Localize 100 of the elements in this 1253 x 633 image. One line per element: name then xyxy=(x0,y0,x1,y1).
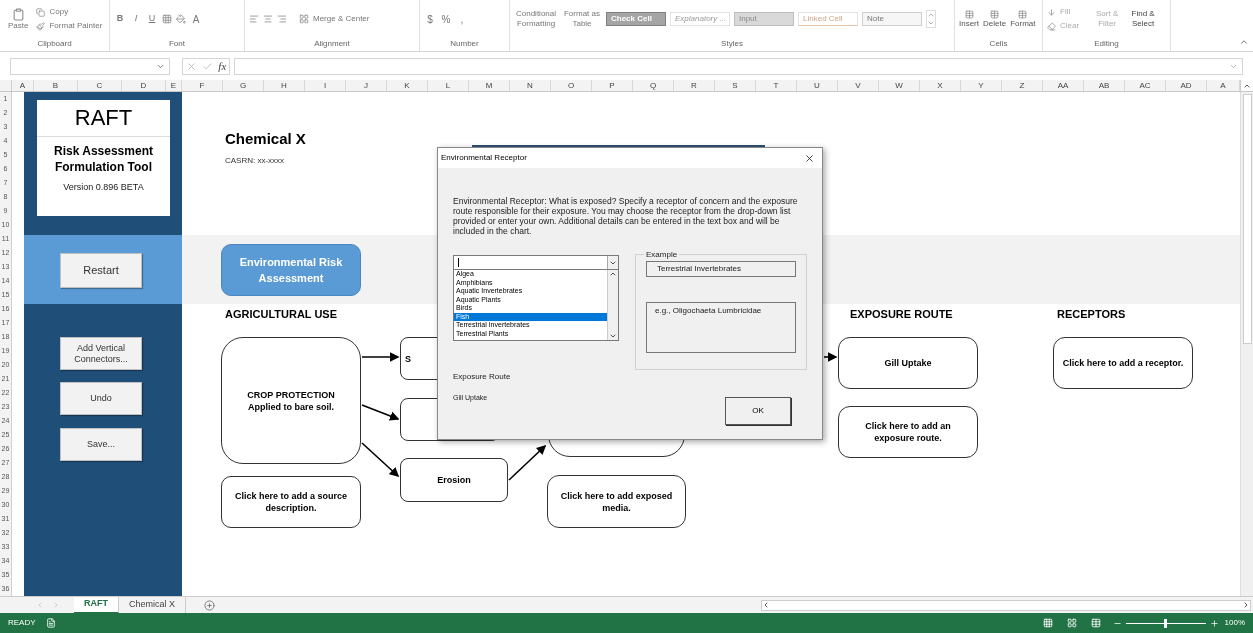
flowchart-node[interactable]: Click here to add a source description. xyxy=(221,476,361,528)
section-heading: EXPOSURE ROUTE xyxy=(850,307,953,322)
node-label: Gill Uptake xyxy=(884,357,932,369)
insert-function-button[interactable]: fx xyxy=(218,57,227,75)
column-header[interactable]: B xyxy=(34,80,78,91)
sidebar-button[interactable]: Save... xyxy=(60,428,142,461)
copy-button[interactable]: Copy xyxy=(36,6,103,18)
previous-sheet-icon[interactable] xyxy=(36,601,44,609)
sidebar-button[interactable]: Add Vertical Connectors... xyxy=(60,337,142,370)
align-left-icon[interactable] xyxy=(249,14,259,24)
column-header[interactable]: M xyxy=(469,80,510,91)
column-header[interactable]: AD xyxy=(1166,80,1207,91)
column-header[interactable]: H xyxy=(264,80,305,91)
table-icon xyxy=(964,9,974,19)
comma-button[interactable]: , xyxy=(456,11,468,27)
flowchart-node[interactable]: Click here to add a receptor. xyxy=(1053,337,1193,389)
column-header[interactable]: W xyxy=(879,80,920,91)
group-label: Clipboard xyxy=(36,38,73,50)
slider-thumb[interactable] xyxy=(1164,618,1168,628)
column-header[interactable]: I xyxy=(305,80,346,91)
column-header[interactable]: AB xyxy=(1084,80,1125,91)
column-header[interactable]: X xyxy=(920,80,961,91)
column-header[interactable]: K xyxy=(387,80,428,91)
flowchart-node[interactable]: Gill Uptake xyxy=(838,337,978,389)
currency-button[interactable]: $ xyxy=(424,11,436,27)
example-details-field[interactable]: e.g., Oligochaeta Lumbricidae xyxy=(646,302,796,353)
dialog-title: Environmental Receptor xyxy=(441,152,527,164)
vertical-scrollbar[interactable] xyxy=(1240,92,1253,596)
paste-button[interactable]: Paste xyxy=(4,8,33,30)
column-header[interactable]: D xyxy=(122,80,166,91)
add-sheet-icon[interactable] xyxy=(204,599,215,611)
column-header[interactable]: F xyxy=(182,80,223,91)
normal-view-icon[interactable] xyxy=(1042,618,1053,628)
horizontal-scrollbar[interactable] xyxy=(761,599,1251,611)
column-header[interactable]: Q xyxy=(633,80,674,91)
column-header[interactable]: Y xyxy=(961,80,1002,91)
column-header[interactable]: U xyxy=(797,80,838,91)
node-label: Click here to add a receptor. xyxy=(1062,357,1184,369)
sidebar-button[interactable]: Undo xyxy=(60,382,142,415)
column-header[interactable]: AC xyxy=(1125,80,1166,91)
eraser-icon xyxy=(1047,21,1056,31)
align-right-icon[interactable] xyxy=(277,14,287,24)
borders-icon[interactable] xyxy=(162,14,172,24)
column-header[interactable]: AA xyxy=(1043,80,1084,91)
receptor-combo-box[interactable] xyxy=(453,255,619,270)
cells-button[interactable]: Insert xyxy=(959,9,979,29)
format-painter-button[interactable]: Format Painter xyxy=(36,20,103,32)
collapse-ribbon-icon[interactable] xyxy=(1239,37,1249,47)
column-header[interactable]: Z xyxy=(1002,80,1043,91)
column-header[interactable]: E xyxy=(166,80,182,91)
column-header[interactable]: O xyxy=(551,80,592,91)
cells-button[interactable]: Delete xyxy=(983,9,1007,29)
column-header[interactable]: R xyxy=(674,80,715,91)
font-color-button[interactable]: A xyxy=(190,11,202,27)
column-header[interactable]: C xyxy=(78,80,122,91)
percent-button[interactable]: % xyxy=(440,11,452,27)
column-header[interactable]: A xyxy=(12,80,34,91)
zoom-in-icon[interactable] xyxy=(1209,618,1219,628)
next-sheet-icon[interactable] xyxy=(52,601,60,609)
formula-input[interactable] xyxy=(234,57,1243,75)
cells-button[interactable]: Format xyxy=(1010,9,1036,29)
format-as-table-button[interactable]: Format as Table xyxy=(562,9,602,29)
enter-icon[interactable] xyxy=(202,60,213,72)
name-box[interactable] xyxy=(10,57,170,75)
scroll-down-icon xyxy=(609,332,617,340)
column-header[interactable]: N xyxy=(510,80,551,91)
align-center-icon[interactable] xyxy=(263,14,273,24)
bold-button[interactable]: B xyxy=(114,12,126,26)
sheet-tab[interactable]: RAFT xyxy=(74,596,119,614)
cell-style-button[interactable]: Note xyxy=(862,12,922,26)
column-header[interactable]: T xyxy=(756,80,797,91)
close-icon[interactable] xyxy=(804,152,815,164)
column-header[interactable]: L xyxy=(428,80,469,91)
connector-arrow xyxy=(823,352,838,362)
column-header[interactable]: V xyxy=(838,80,879,91)
ok-button[interactable]: OK xyxy=(725,397,791,425)
paint-bucket-icon[interactable] xyxy=(176,14,186,24)
example-receptor-field[interactable]: Terrestrial Invertebrates xyxy=(646,261,796,277)
column-header[interactable]: J xyxy=(346,80,387,91)
column-header[interactable]: G xyxy=(223,80,264,91)
flowchart-node[interactable]: Click here to add exposed media. xyxy=(547,475,686,528)
flowchart-node[interactable]: Erosion xyxy=(400,458,508,502)
column-header[interactable]: S xyxy=(715,80,756,91)
conditional-formatting-button[interactable]: Conditional Formatting xyxy=(514,9,558,29)
group-label: Number xyxy=(449,38,480,50)
scroll-left-icon xyxy=(762,601,770,609)
gallery-scroll[interactable] xyxy=(926,10,936,28)
merge-center-button[interactable]: Merge & Center xyxy=(299,13,370,25)
flowchart-node[interactable]: Click here to add an exposure route. xyxy=(838,406,978,458)
scrollbar[interactable] xyxy=(607,270,618,340)
group-label: Font xyxy=(168,38,186,50)
underline-button[interactable]: U xyxy=(146,12,158,26)
node-label: Click here to add a source description. xyxy=(233,490,348,514)
find-select-button[interactable]: Find & Select xyxy=(1127,9,1160,29)
italic-button[interactable]: I xyxy=(130,12,142,26)
flowchart-node[interactable]: CROP PROTECTION Applied to bare soil. xyxy=(221,337,361,464)
cancel-icon[interactable] xyxy=(185,60,197,72)
column-header[interactable]: P xyxy=(592,80,633,91)
copy-icon xyxy=(36,7,46,17)
sidebar-button[interactable]: Restart xyxy=(60,253,142,288)
